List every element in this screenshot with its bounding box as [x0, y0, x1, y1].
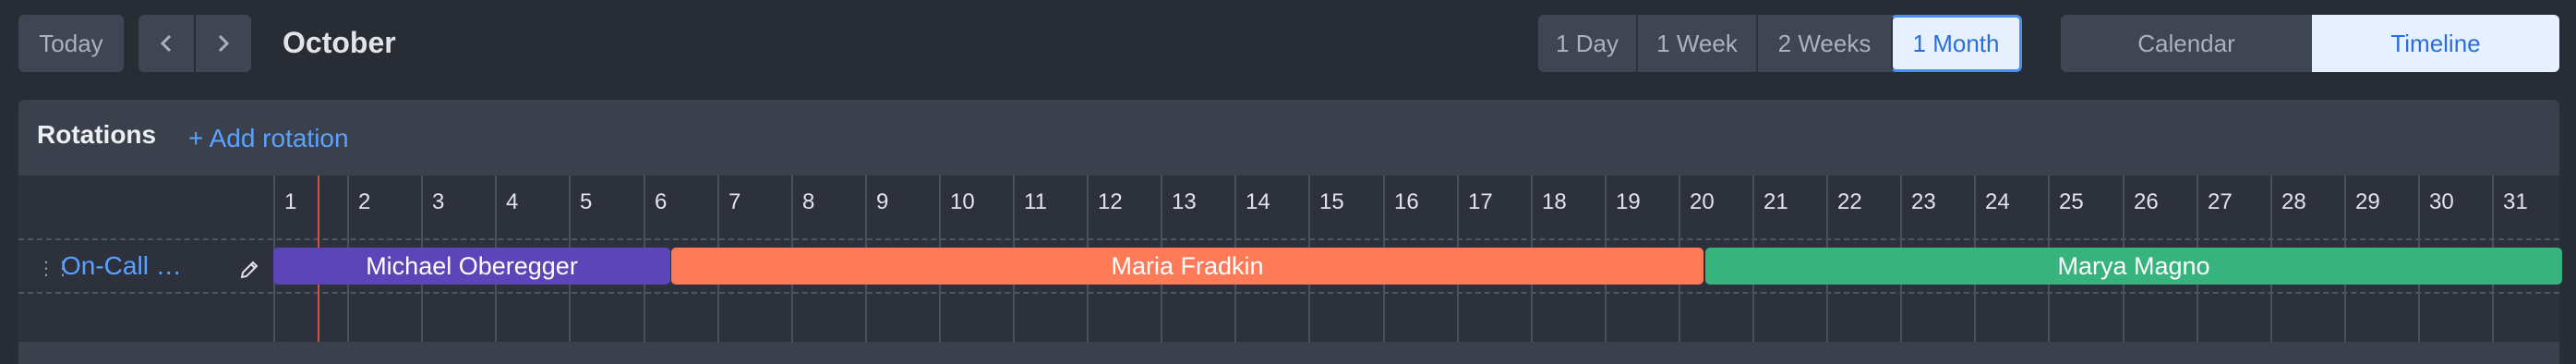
day-label: 28	[2281, 189, 2306, 214]
day-label: 7	[728, 189, 741, 214]
view-timeline[interactable]: Timeline	[2312, 15, 2559, 72]
day-label: 10	[950, 189, 975, 214]
shift-person: Marya Magno	[2057, 251, 2210, 280]
day-label: 23	[1911, 189, 1936, 214]
day-label: 6	[655, 189, 668, 214]
day-label: 1	[284, 189, 297, 214]
rotations-title: Rotations	[37, 120, 157, 149]
pencil-icon[interactable]	[238, 259, 260, 281]
view-calendar[interactable]: Calendar	[2061, 15, 2312, 72]
shift-person: Maria Fradkin	[1111, 251, 1264, 280]
day-label: 24	[1985, 189, 2010, 214]
shift-bar-maria-fradkin[interactable]: Maria Fradkin	[671, 248, 1703, 285]
day-label: 15	[1319, 189, 1344, 214]
chevron-left-icon	[160, 34, 172, 53]
day-label: 31	[2503, 189, 2528, 214]
day-label: 18	[1542, 189, 1567, 214]
shift-bar-michael-oberegger[interactable]: Michael Oberegger	[273, 248, 670, 285]
rotation-name-link[interactable]: On-Call …	[61, 251, 182, 281]
row-divider	[18, 238, 2559, 240]
day-label: 20	[1690, 189, 1715, 214]
next-button[interactable]	[196, 15, 251, 72]
day-label: 4	[506, 189, 519, 214]
day-label: 27	[2208, 189, 2233, 214]
view-selector: Calendar Timeline	[2061, 15, 2559, 72]
day-label: 3	[432, 189, 445, 214]
day-label: 2	[358, 189, 371, 214]
day-label: 22	[1837, 189, 1862, 214]
day-label: 5	[580, 189, 593, 214]
shift-person: Michael Oberegger	[366, 251, 578, 280]
day-label: 13	[1172, 189, 1197, 214]
shift-bar-marya-magno[interactable]: Marya Magno	[1705, 248, 2562, 285]
add-rotation-link[interactable]: + Add rotation	[188, 124, 349, 153]
day-label: 29	[2355, 189, 2380, 214]
day-label: 11	[1024, 189, 1047, 214]
day-label: 25	[2059, 189, 2084, 214]
range-1-day[interactable]: 1 Day	[1538, 15, 1636, 72]
row-divider	[18, 292, 2559, 294]
range-selector: 1 Day 1 Week 2 Weeks 1 Month	[1538, 15, 2022, 72]
day-label: 19	[1616, 189, 1641, 214]
chevron-right-icon	[218, 34, 230, 53]
month-title: October	[283, 26, 396, 59]
range-1-month[interactable]: 1 Month	[1891, 15, 2022, 72]
day-label: 16	[1394, 189, 1419, 214]
day-label: 9	[876, 189, 889, 214]
day-label: 26	[2134, 189, 2159, 214]
range-2-weeks[interactable]: 2 Weeks	[1756, 15, 1891, 72]
day-label: 8	[802, 189, 815, 214]
day-label: 12	[1098, 189, 1123, 214]
day-label: 14	[1246, 189, 1270, 214]
today-button[interactable]: Today	[18, 15, 124, 72]
day-label: 21	[1763, 189, 1788, 214]
range-1-week[interactable]: 1 Week	[1636, 15, 1756, 72]
day-label: 30	[2429, 189, 2454, 214]
day-label: 17	[1468, 189, 1493, 214]
prev-button[interactable]	[138, 15, 194, 72]
